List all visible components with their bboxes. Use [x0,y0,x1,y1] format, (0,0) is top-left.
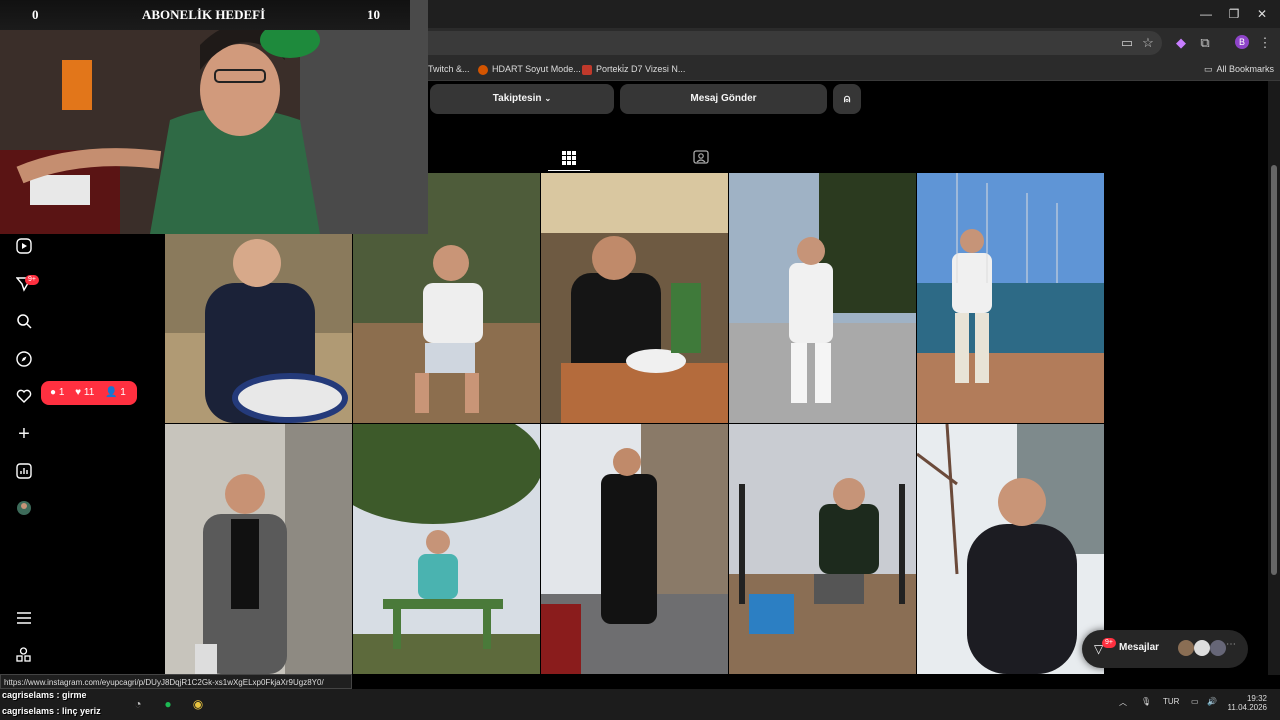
portekiz-favicon [582,64,592,75]
subscription-goal-bar: 0 ABONELİK HEDEFİ 10 [0,0,410,30]
network-icon[interactable]: ▭ [1191,697,1199,706]
chat-user: cagriselams [2,690,55,700]
clock-time: 19:32 [1246,694,1267,703]
clock[interactable]: 19:32 11.04.2026 [1228,694,1267,712]
bookmark-twitch[interactable]: Twitch &... [428,61,470,77]
chat-message: girme [62,690,87,700]
messages-widget[interactable]: ▽ 9+ Mesajlar ⋯ [1082,630,1248,668]
grid-icon [562,151,576,165]
posts-grid [165,173,1105,674]
comment-count: 1 [58,387,65,398]
conversation-avatar [1194,640,1210,656]
chevron-down-icon: ⌄ [544,94,552,103]
create-plus-icon[interactable]: + [14,424,34,446]
taskbar-app-icon[interactable]: ◔ [128,694,148,714]
messages-label: Mesajlar [1119,642,1160,653]
tray-chevron-icon[interactable]: ︿ [1119,697,1127,708]
close-window-button[interactable]: ✕ [1244,4,1280,24]
post-thumbnail[interactable] [165,424,352,674]
post-thumbnail[interactable] [541,424,728,674]
post-thumbnail[interactable] [541,173,728,423]
profile-avatar-nav[interactable] [14,500,34,520]
following-button[interactable]: Takiptesin ⌄ [430,84,614,114]
extensions-puzzle-icon[interactable]: ⧉ [1196,34,1214,52]
extension-icon[interactable]: ◆ [1172,34,1190,52]
goal-current: 0 [32,7,39,22]
send-message-button[interactable]: Mesaj Gönder [620,84,827,114]
more-menu-icon[interactable] [14,610,34,630]
follow-count: 1 [120,387,126,398]
post-thumbnail[interactable] [729,424,916,674]
goal-title: ABONELİK HEDEFİ [142,7,266,22]
messages-nav-badge: 9+ [25,275,39,285]
webcam-image [0,0,428,234]
comment-icon: ● [50,387,57,398]
post-thumbnail[interactable] [729,173,916,423]
reels-icon[interactable] [14,238,34,258]
active-tab-indicator [548,170,590,171]
follower-icon: 👤 [105,387,118,398]
webcam-overlay [0,0,428,234]
more-dots-icon: ⋯ [1226,639,1236,650]
tab-tagged[interactable] [686,146,716,172]
cast-icon[interactable]: ▭ [1118,34,1136,52]
folder-icon: ▭ [1204,64,1213,74]
microphone-icon[interactable]: 🎙 [1141,697,1151,706]
suggest-user-button[interactable]: ⍝ [833,84,861,114]
spotify-icon[interactable]: ● [158,694,178,714]
explore-icon[interactable] [14,351,34,371]
conversation-avatar [1210,640,1226,656]
notification-popup[interactable]: ● 1 ♥ 11 👤 1 [41,381,137,405]
all-bookmarks[interactable]: ▭ All Bookmarks [1204,61,1274,77]
volume-icon[interactable]: 🔊 [1207,697,1217,706]
post-thumbnail[interactable] [917,424,1104,674]
page-scrollbar[interactable] [1268,81,1280,675]
bookmark-star-icon[interactable]: ☆ [1139,34,1157,52]
chrome-icon[interactable]: ◉ [188,694,208,714]
dashboard-icon[interactable] [14,463,34,483]
language-indicator[interactable]: TUR [1163,697,1179,706]
search-icon[interactable] [14,313,34,333]
bookmark-hdart[interactable]: HDART Soyut Mode... [478,61,581,77]
scroll-thumb[interactable] [1271,165,1277,575]
browser-menu-icon[interactable]: ⋮ [1256,34,1274,52]
hdart-favicon [478,64,488,75]
post-thumbnail[interactable] [353,424,540,674]
profile-avatar[interactable]: B [1235,35,1249,49]
chat-message: linç yeriz [62,706,101,716]
bookmark-portekiz[interactable]: Porteki̇z D7 Vizesi N... [582,61,685,77]
messages-badge: 9+ [1102,638,1116,648]
heart-icon[interactable] [14,388,34,408]
clock-date: 11.04.2026 [1227,703,1267,712]
like-count: 11 [83,387,95,398]
conversation-avatar [1178,640,1194,656]
post-thumbnail[interactable] [917,173,1104,423]
chat-user: cagriselams [2,706,55,716]
chat-line: cagriselams : girme [2,690,87,700]
like-icon: ♥ [75,387,82,398]
chat-line: cagriselams : linç yeriz [2,706,101,716]
tab-posts[interactable] [554,146,584,172]
goal-target: 10 [367,7,380,22]
tagged-icon [693,150,709,164]
add-person-icon: ⍝ [843,93,851,105]
apps-icon[interactable] [14,647,34,667]
link-status-bar: https://www.instagram.com/eyupcagri/p/DU… [0,674,352,689]
